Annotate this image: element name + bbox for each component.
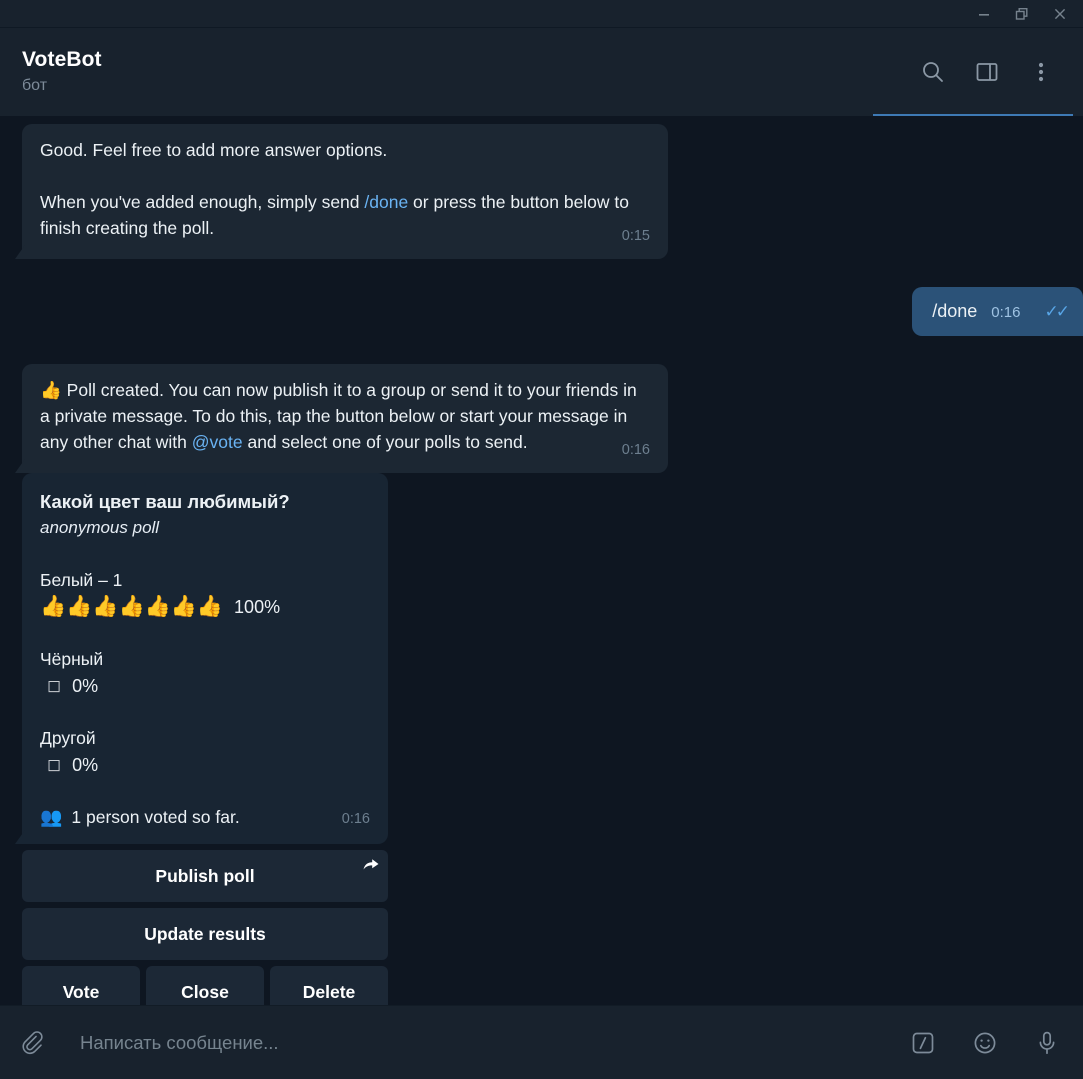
poll-option: Чёрный ◻ 0% bbox=[40, 646, 370, 699]
message-paragraph: 👍 Poll created. You can now publish it t… bbox=[40, 377, 650, 458]
read-receipt-icon: ✓✓ bbox=[1044, 302, 1070, 321]
thumbs-up-icon: 👍 bbox=[40, 380, 62, 400]
poll-option-label: Чёрный bbox=[40, 649, 104, 669]
poll-option: Другой ◻ 0% bbox=[40, 725, 370, 778]
telegram-window: VoteBot бот Good. Feel free to add more … bbox=[0, 0, 1083, 1079]
poll-option: Белый – 1 👍👍👍👍👍👍👍 100% bbox=[40, 567, 370, 620]
keyboard-row: Vote Close Delete bbox=[22, 966, 388, 1005]
message-gap bbox=[0, 259, 1083, 287]
keyboard-row: Publish poll bbox=[22, 850, 388, 902]
paragraph-text-after: and select one of your polls to send. bbox=[242, 432, 528, 452]
vote-button[interactable]: Vote bbox=[22, 966, 140, 1005]
message-paragraph: When you've added enough, simply send /d… bbox=[40, 189, 650, 244]
poll-subtitle: anonymous poll bbox=[40, 518, 160, 537]
message-timestamp: 0:15 bbox=[621, 228, 650, 244]
chat-status: бот bbox=[22, 77, 48, 94]
voters-icon: 👥 bbox=[40, 807, 63, 827]
search-icon[interactable] bbox=[919, 58, 947, 86]
close-poll-button[interactable]: Close bbox=[146, 966, 264, 1005]
chat-identity[interactable]: VoteBot бот bbox=[22, 47, 919, 97]
publish-poll-label: Publish poll bbox=[155, 865, 255, 886]
poll-option-label: Другой bbox=[40, 728, 96, 748]
message-timestamp: 0:16 bbox=[621, 442, 650, 458]
message-input[interactable] bbox=[80, 1031, 907, 1054]
bot-command-link[interactable]: /done bbox=[364, 192, 408, 212]
minimize-button[interactable] bbox=[965, 1, 1003, 27]
poll-empty-bar-icon: ◻ bbox=[47, 676, 62, 695]
message-row-instructions: Good. Feel free to add more answer optio… bbox=[0, 124, 1083, 259]
message-row-done: /done 0:16 ✓✓ bbox=[0, 287, 1083, 336]
bot-mention-link[interactable]: @vote bbox=[192, 432, 243, 452]
publish-poll-button[interactable]: Publish poll bbox=[22, 850, 388, 902]
poll-option-bar: ◻ 0% bbox=[40, 752, 370, 778]
message-timestamp: 0:16 bbox=[341, 811, 370, 827]
close-button[interactable] bbox=[1041, 1, 1079, 27]
outgoing-message-bubble[interactable]: /done 0:16 ✓✓ bbox=[912, 287, 1083, 336]
poll-question: Какой цвет ваш любимый? bbox=[40, 491, 290, 512]
keyboard-row: Update results bbox=[22, 908, 388, 960]
poll-footer: 👥 1 person voted so far. 0:16 bbox=[40, 804, 370, 832]
incoming-message-bubble[interactable]: Good. Feel free to add more answer optio… bbox=[22, 124, 668, 259]
update-results-button[interactable]: Update results bbox=[22, 908, 388, 960]
smiley-icon[interactable] bbox=[969, 1027, 1001, 1059]
message-paragraph: Good. Feel free to add more answer optio… bbox=[40, 140, 388, 160]
microphone-icon[interactable] bbox=[1031, 1027, 1063, 1059]
title-bar bbox=[0, 0, 1083, 28]
composer-actions bbox=[907, 1027, 1063, 1059]
paragraph-text-before: When you've added enough, simply send bbox=[40, 192, 365, 212]
message-timestamp: 0:16 bbox=[991, 304, 1021, 321]
message-composer bbox=[0, 1005, 1083, 1079]
page-title: VoteBot bbox=[22, 48, 102, 71]
inline-keyboard: Publish poll Update results Vote Close D… bbox=[22, 850, 388, 1005]
share-arrow-icon bbox=[362, 855, 380, 878]
message-list: Good. Feel free to add more answer optio… bbox=[0, 116, 1083, 1005]
poll-card[interactable]: Какой цвет ваш любимый? anonymous poll Б… bbox=[22, 473, 388, 844]
poll-voters-text: 1 person voted so far. bbox=[71, 807, 240, 827]
chat-header: VoteBot бот bbox=[0, 28, 1083, 116]
slash-command-icon[interactable] bbox=[907, 1027, 939, 1059]
poll-option-percent: 0% bbox=[72, 676, 99, 696]
more-vertical-icon[interactable] bbox=[1027, 58, 1055, 86]
message-row-poll-created: 👍 Poll created. You can now publish it t… bbox=[0, 364, 1083, 473]
restore-button[interactable] bbox=[1003, 1, 1041, 27]
delete-poll-button[interactable]: Delete bbox=[270, 966, 388, 1005]
header-actions bbox=[919, 58, 1065, 86]
message-gap bbox=[0, 336, 1083, 364]
poll-option-percent: 100% bbox=[234, 597, 281, 617]
paperclip-icon[interactable] bbox=[18, 1026, 52, 1060]
poll-bar-emoji: 👍👍👍👍👍👍👍 bbox=[40, 595, 224, 618]
poll-option-label: Белый – 1 bbox=[40, 570, 123, 590]
outgoing-message-text: /done bbox=[932, 301, 978, 321]
poll-empty-bar-icon: ◻ bbox=[47, 755, 62, 774]
poll-option-percent: 0% bbox=[72, 755, 99, 775]
sidebar-toggle-icon[interactable] bbox=[973, 58, 1001, 86]
incoming-message-bubble[interactable]: 👍 Poll created. You can now publish it t… bbox=[22, 364, 668, 473]
poll-option-bar: 👍👍👍👍👍👍👍 100% bbox=[40, 594, 370, 620]
poll-option-bar: ◻ 0% bbox=[40, 673, 370, 699]
